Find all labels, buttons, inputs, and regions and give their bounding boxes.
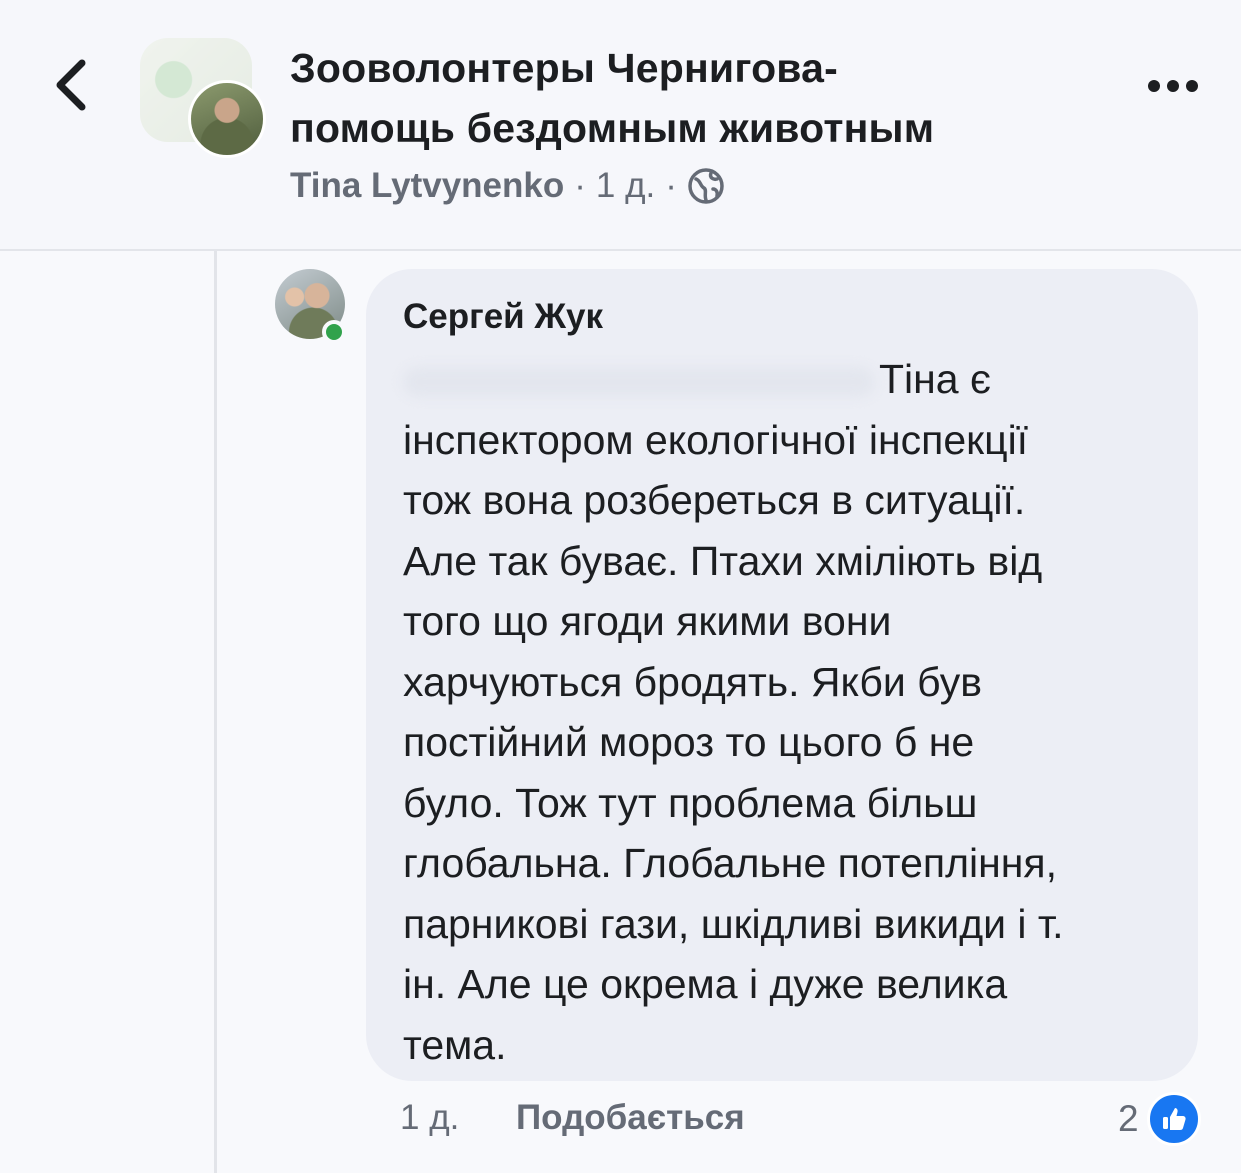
- group-title-line1: Зооволонтеры Чернигова-: [290, 45, 839, 91]
- comment-text: Тіна є інспектором екологічної інспекції…: [403, 349, 1183, 1075]
- like-button[interactable]: Подобається: [516, 1098, 745, 1138]
- reaction-count: 2: [1118, 1098, 1139, 1139]
- chevron-left-icon: [56, 59, 86, 111]
- comment-time[interactable]: 1 д.: [400, 1098, 459, 1138]
- group-title-line2: помощь бездомным животным: [290, 105, 935, 151]
- more-options-icon: [1148, 80, 1198, 92]
- thumbs-up-icon: [1146, 1092, 1201, 1146]
- thread-line: [214, 251, 217, 1173]
- post-meta: Tina Lytvynenko · 1 д. ·: [290, 164, 725, 208]
- globe-icon: [688, 168, 724, 204]
- author-avatar[interactable]: [188, 80, 266, 158]
- group-title[interactable]: Зооволонтеры Чернигова- помощь бездомным…: [290, 38, 1110, 158]
- post-time[interactable]: 1 д.: [596, 166, 655, 206]
- back-button[interactable]: [40, 50, 100, 120]
- blurred-mention: [403, 367, 875, 398]
- meta-separator: ·: [665, 166, 677, 205]
- post-author-link[interactable]: Tina Lytvynenko: [290, 166, 564, 206]
- comment-text-first: Тіна є: [879, 356, 991, 402]
- commenter-name[interactable]: Сергей Жук: [403, 294, 603, 340]
- more-options-button[interactable]: [1138, 58, 1208, 114]
- comment-text-rest: інспектором екологічної інспекції тож во…: [403, 416, 1064, 1068]
- reactions-summary[interactable]: 2: [1118, 1092, 1201, 1146]
- online-status-dot: [322, 320, 346, 344]
- meta-separator: ·: [574, 166, 586, 205]
- post-header: Зооволонтеры Чернигова- помощь бездомным…: [0, 0, 1241, 251]
